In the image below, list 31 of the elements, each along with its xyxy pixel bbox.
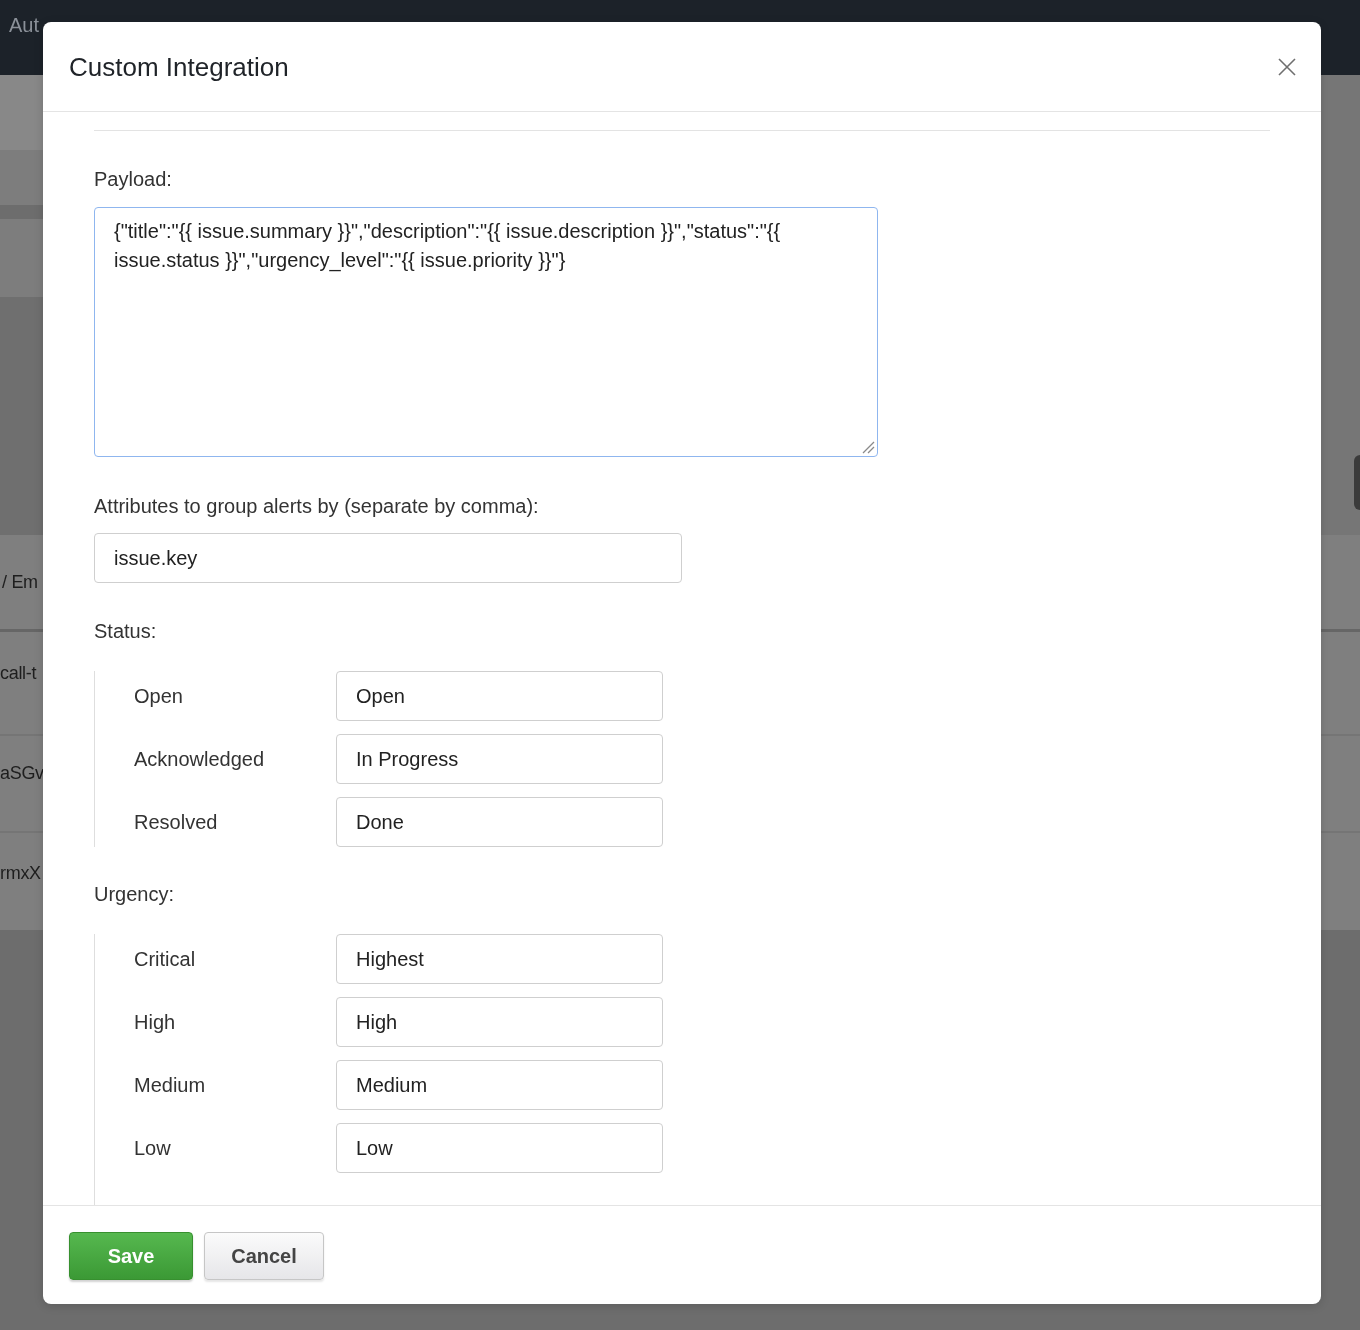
mapping-label: Resolved <box>134 811 219 833</box>
mapping-label: Low <box>134 1137 172 1159</box>
resize-grip-icon[interactable] <box>861 440 875 454</box>
mapping-label: High <box>134 1011 177 1033</box>
close-button[interactable] <box>1278 57 1296 76</box>
mapping-label: Open <box>134 685 184 707</box>
input-field[interactable]: Open <box>336 671 663 721</box>
field-label: Attributes to group alerts by (separate by comma): <box>94 495 540 517</box>
dialog-title: Custom Integration <box>69 51 289 82</box>
cancel-button[interactable]: Cancel <box>204 1232 324 1280</box>
nav-link[interactable]: Aut <box>9 14 40 36</box>
section-label: Status: <box>94 620 158 642</box>
input-field[interactable]: issue.key <box>94 533 682 583</box>
input-field[interactable]: Low <box>336 1123 663 1173</box>
mapping-label: Acknowledged <box>134 748 266 770</box>
mapping-label: Medium <box>134 1074 207 1096</box>
mapping-label: Critical <box>134 948 197 970</box>
section-label: Urgency: <box>94 883 176 905</box>
side-panel-tab[interactable] <box>1354 455 1360 510</box>
payload-textarea[interactable]: {"title":"{{ issue.summary }}","description":"{{ issue.description }}","status":"{{ issue.status }}","urgency_level":"{{ issue.priority }}"} <box>94 207 878 457</box>
table-cell-text: aSGv <box>0 762 44 784</box>
input-field[interactable]: Highest <box>336 934 663 984</box>
input-field[interactable]: Medium <box>336 1060 663 1110</box>
table-cell-text: rmxX <box>0 862 41 884</box>
table-cell-text: / Em <box>2 571 38 593</box>
close-icon <box>1278 57 1296 76</box>
input-field[interactable]: Done <box>336 797 663 847</box>
input-field[interactable]: High <box>336 997 663 1047</box>
table-cell-text: call-t <box>0 662 37 684</box>
input-field[interactable]: In Progress <box>336 734 663 784</box>
field-label: Payload: <box>94 168 173 190</box>
